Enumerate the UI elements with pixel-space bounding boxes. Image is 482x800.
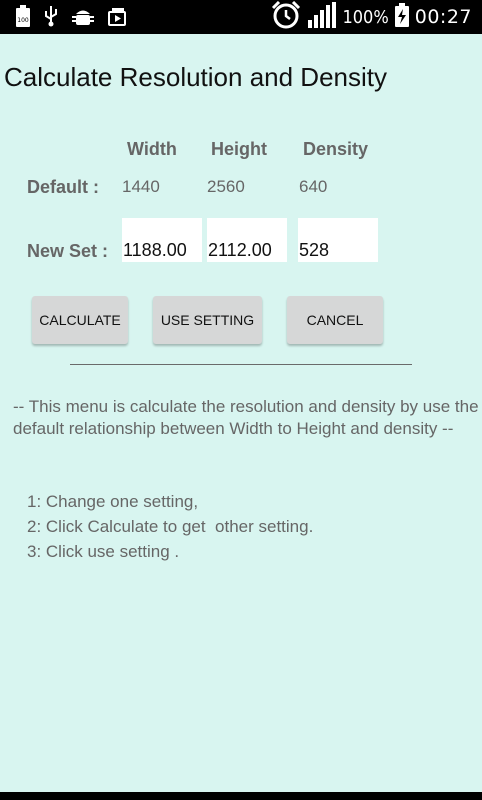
column-header-height: Height xyxy=(211,139,267,159)
new-density-input[interactable]: 528 xyxy=(298,218,378,262)
step-item: 2: Click Calculate to get other setting. xyxy=(27,517,314,536)
page-title: Calculate Resolution and Density xyxy=(4,62,387,92)
app-screen: 100 100% 00:27 Calculate Resolution and … xyxy=(0,0,482,800)
default-height-value: 2560 xyxy=(207,177,245,196)
cancel-button[interactable]: CANCEL xyxy=(287,296,383,344)
new-set-row-label: New Set : xyxy=(27,241,109,261)
usb-icon xyxy=(44,5,58,31)
description-text: -- This menu is calculate the resolution… xyxy=(13,397,479,438)
battery-percent: 100% xyxy=(342,6,389,28)
use-setting-button[interactable]: USE SETTING xyxy=(153,296,262,344)
steps-list: 1: Change one setting, 2: Click Calculat… xyxy=(27,489,313,564)
status-left-icons: 100 xyxy=(16,5,128,31)
status-right-icons: 100% 00:27 xyxy=(270,0,472,33)
default-density-value: 640 xyxy=(299,177,328,196)
navigation-bar-edge xyxy=(0,792,482,800)
step-item: 1: Change one setting, xyxy=(27,492,199,511)
signal-icon xyxy=(308,2,337,32)
status-bar: 100 100% 00:27 xyxy=(0,0,482,34)
new-width-input[interactable]: 1188.00 xyxy=(122,218,202,262)
column-header-width: Width xyxy=(127,139,177,159)
default-width-value: 1440 xyxy=(122,177,160,196)
clock-time: 00:27 xyxy=(414,6,472,28)
android-debug-icon xyxy=(72,6,94,30)
svg-text:100: 100 xyxy=(17,17,29,24)
battery-100-icon: 100 xyxy=(16,5,30,31)
battery-charging-icon xyxy=(394,3,409,31)
new-height-input[interactable]: 2112.00 xyxy=(207,218,287,262)
calculate-button[interactable]: CALCULATE xyxy=(32,296,128,344)
column-header-density: Density xyxy=(303,139,369,159)
default-row-label: Default : xyxy=(27,177,99,197)
divider xyxy=(70,364,412,365)
media-icon xyxy=(108,6,128,30)
step-item: 3: Click use setting . xyxy=(27,542,180,561)
alarm-icon xyxy=(270,0,302,33)
